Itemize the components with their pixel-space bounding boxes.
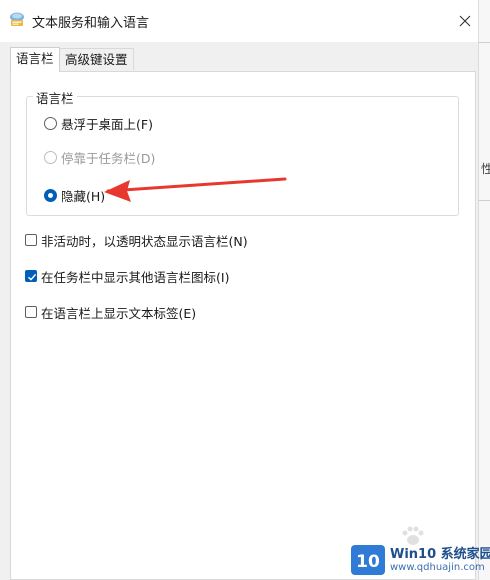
text-services-icon xyxy=(8,11,26,29)
background-window-edge xyxy=(478,0,490,580)
radio-button[interactable] xyxy=(44,116,57,130)
checkbox-label: 在语言栏上显示文本标签(E) xyxy=(41,305,197,321)
window-title: 文本服务和输入语言 xyxy=(32,16,150,31)
title-bar: 文本服务和输入语言 xyxy=(0,0,478,42)
checkbox-transparent-when-inactive[interactable]: 非活动时，以透明状态显示语言栏(N) xyxy=(25,231,248,249)
checkbox[interactable] xyxy=(25,234,37,246)
svg-text:10: 10 xyxy=(356,552,380,572)
checkbox-label: 非活动时，以透明状态显示语言栏(N) xyxy=(41,233,248,249)
checkbox-show-additional-icons[interactable]: 在任务栏中显示其他语言栏图标(I) xyxy=(25,267,229,285)
groupbox-legend: 语言栏 xyxy=(33,88,77,107)
tab-advanced-key-settings[interactable]: 高级键设置 xyxy=(59,48,134,70)
radio-label: 停靠于任务栏(D) xyxy=(61,150,156,166)
radio-hidden[interactable]: 隐藏(H) xyxy=(44,186,105,204)
background-divider xyxy=(478,42,490,43)
check-icon xyxy=(28,273,37,281)
checkbox-label: 在任务栏中显示其他语言栏图标(I) xyxy=(41,269,230,285)
checkbox-show-text-labels[interactable]: 在语言栏上显示文本标签(E) xyxy=(25,303,196,321)
radio-label: 悬浮于桌面上(F) xyxy=(61,116,153,132)
site-watermark: 10 Win10 系统家园 www.qdhuajin.com xyxy=(350,540,490,580)
background-text: 性 xyxy=(481,162,490,176)
radio-docked-in-taskbar: 停靠于任务栏(D) xyxy=(44,148,155,166)
close-button[interactable] xyxy=(452,8,478,34)
tab-language-bar[interactable]: 语言栏 xyxy=(10,47,60,72)
watermark-brand: Win10 系统家园 xyxy=(390,547,490,562)
radio-float-on-desktop[interactable]: 悬浮于桌面上(F) xyxy=(44,114,153,132)
background-divider xyxy=(478,200,490,201)
tab-panel: 语言栏 悬浮于桌面上(F) 停靠于任务栏(D) 隐藏(H) 非活动时，以透明状态… xyxy=(10,71,476,580)
watermark-site: www.qdhuajin.com xyxy=(390,562,485,573)
radio-label: 隐藏(H) xyxy=(61,188,106,204)
checkbox[interactable] xyxy=(25,270,37,282)
radio-button xyxy=(44,150,57,164)
close-icon xyxy=(459,15,471,27)
annotation-arrow-icon xyxy=(104,177,287,202)
radio-button[interactable] xyxy=(44,188,57,202)
win10-logo-icon: 10 xyxy=(351,545,385,575)
tab-strip: 语言栏 高级键设置 xyxy=(10,47,476,72)
checkbox[interactable] xyxy=(25,306,37,318)
dialog-window: 性 文本服务和输入语言 语言栏 高级键设置 语言栏 悬浮于桌面上(F) 停靠于任… xyxy=(0,0,490,580)
